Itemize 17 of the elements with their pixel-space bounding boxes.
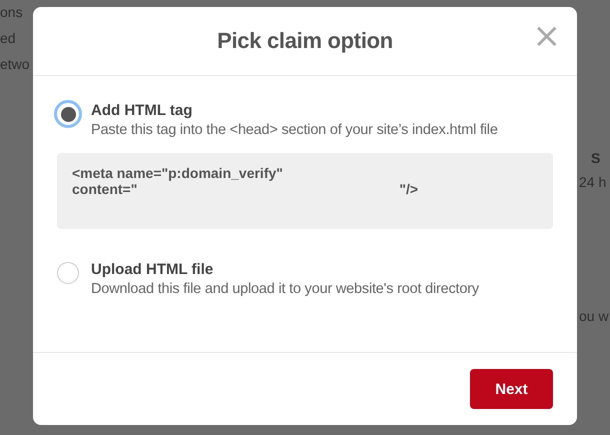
next-button[interactable]: Next (470, 369, 553, 409)
option-label: Add HTML tag (91, 102, 194, 119)
option-label: Upload HTML file (91, 261, 214, 278)
radio-button[interactable] (54, 100, 82, 128)
background-text: etwo (0, 55, 30, 74)
background-text: ou w (579, 308, 609, 324)
radio-button[interactable] (57, 262, 79, 284)
background-text: 24 h (579, 174, 606, 190)
background-text: S (591, 150, 600, 166)
code-line: content=" (72, 181, 138, 197)
option-description: Download this file and upload it to your website's root directory (91, 281, 479, 297)
background-text: ed (0, 29, 17, 48)
dialog-title: Pick claim option (217, 28, 393, 54)
code-line: <meta name="p:domain_verify" (72, 165, 284, 181)
background-text: ons (0, 3, 24, 22)
option-description: Paste this tag into the <head> section of your site’s index.html file (91, 122, 498, 138)
code-line: "/> (399, 181, 418, 197)
